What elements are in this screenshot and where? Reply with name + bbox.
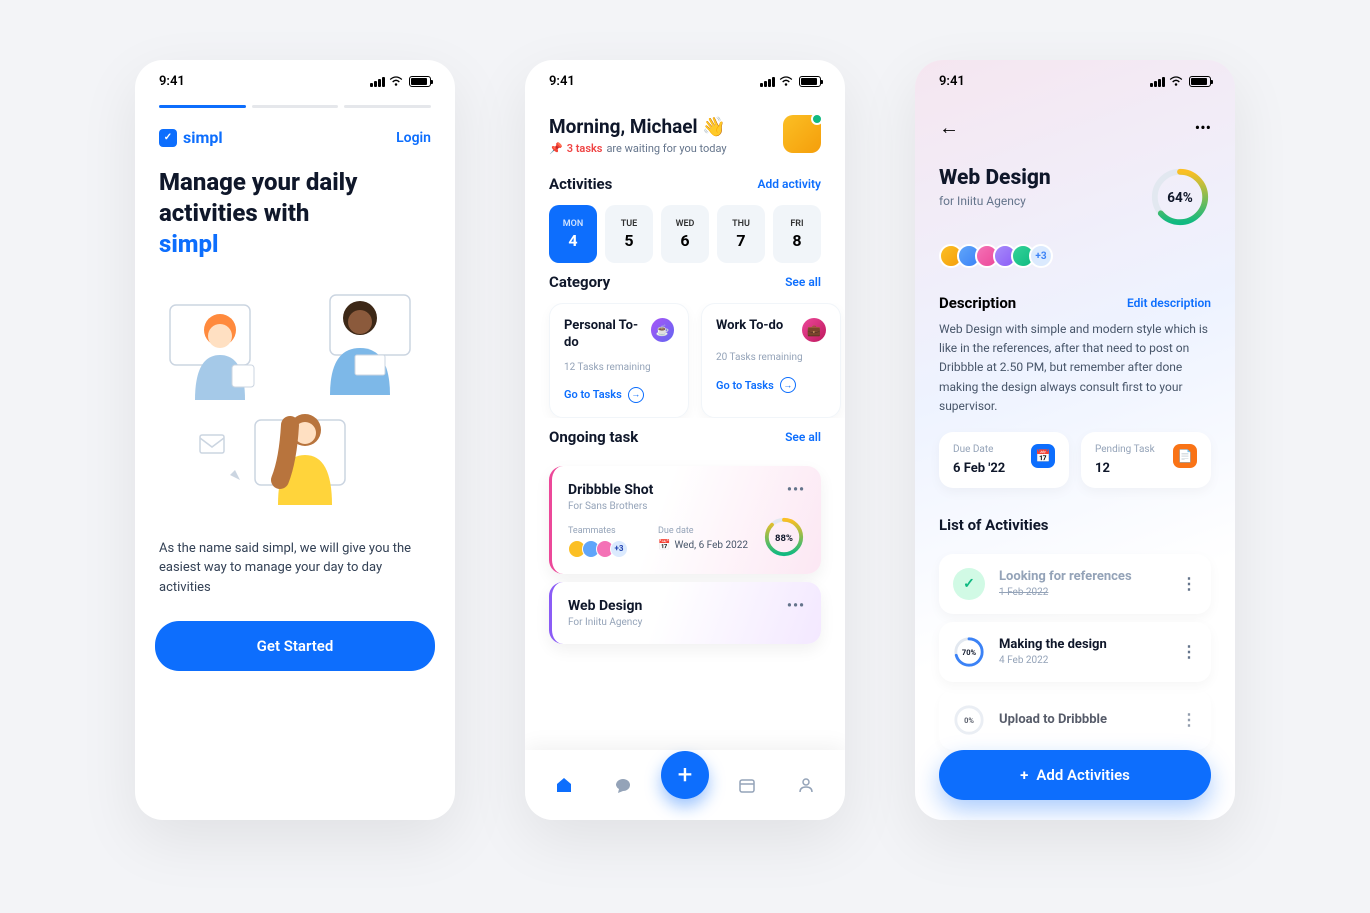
signal-icon	[370, 77, 385, 87]
onboarding-progress	[135, 105, 455, 108]
see-all-categories-link[interactable]: See all	[785, 275, 821, 289]
progress-ring: 88%	[763, 516, 805, 558]
wifi-icon	[779, 77, 793, 87]
login-link[interactable]: Login	[396, 130, 431, 146]
ongoing-heading: Ongoing task	[549, 428, 638, 446]
status-time: 9:41	[159, 74, 185, 89]
more-icon[interactable]: •••	[1195, 118, 1211, 137]
status-bar: 9:41	[135, 60, 455, 97]
status-icons	[1150, 76, 1211, 87]
activity-item[interactable]: ✓ Looking for references 1 Feb 2022 ⋮	[939, 554, 1211, 614]
category-personal[interactable]: Personal To-do ☕ 12 Tasks remaining Go t…	[549, 303, 689, 418]
status-icons	[370, 76, 431, 87]
svg-text:0%: 0%	[964, 716, 974, 725]
coffee-icon: ☕	[651, 318, 674, 342]
team-members: +3	[915, 236, 1235, 284]
arrow-right-icon: →	[628, 387, 644, 403]
status-bar: 9:41	[525, 60, 845, 97]
wifi-icon	[389, 77, 403, 87]
check-icon: ✓	[953, 568, 985, 600]
tab-home[interactable]	[544, 765, 584, 805]
wifi-icon	[1169, 77, 1183, 87]
see-all-tasks-link[interactable]: See all	[785, 430, 821, 444]
status-time: 9:41	[549, 74, 575, 89]
svg-text:88%: 88%	[775, 533, 793, 544]
day-picker: MON4 TUE5 WED6 THU7 FRI8	[525, 205, 845, 263]
pending-task-card: Pending Task12 📄	[1081, 432, 1211, 488]
activity-item[interactable]: 70% Making the design 4 Feb 2022 ⋮	[939, 622, 1211, 682]
add-activities-button[interactable]: + Add Activities	[939, 750, 1211, 800]
go-to-tasks-link[interactable]: Go to Tasks →	[716, 377, 826, 393]
add-activity-link[interactable]: Add activity	[758, 177, 821, 191]
day-thu[interactable]: THU7	[717, 205, 765, 263]
more-icon[interactable]: •••	[787, 482, 805, 498]
greeting-subtitle: 📌 3 tasks are waiting for you today	[549, 142, 727, 155]
day-wed[interactable]: WED6	[661, 205, 709, 263]
hero-subtitle: As the name said simpl, we will give you…	[135, 539, 455, 598]
pin-icon: 📌	[549, 142, 563, 155]
svg-text:64%: 64%	[1167, 190, 1193, 206]
tab-bar: +	[525, 750, 845, 820]
user-avatar[interactable]	[783, 115, 821, 153]
description-text: Web Design with simple and modern style …	[915, 320, 1235, 416]
progress-ring: 70%	[953, 636, 985, 668]
calendar-icon: 📅	[1031, 444, 1055, 468]
status-time: 9:41	[939, 74, 965, 89]
task-title: Web Design	[939, 166, 1051, 190]
more-vertical-icon[interactable]: ⋮	[1181, 710, 1197, 729]
calendar-icon: 📅	[658, 540, 670, 551]
briefcase-icon: 💼	[802, 318, 826, 342]
tab-calendar[interactable]	[727, 765, 767, 805]
document-icon: 📄	[1173, 444, 1197, 468]
day-tue[interactable]: TUE5	[605, 205, 653, 263]
day-fri[interactable]: FRI8	[773, 205, 821, 263]
onboarding-screen: 9:41 ✓ simpl Login Manage your daily act…	[135, 60, 455, 820]
category-heading: Category	[549, 273, 610, 291]
due-date-card: Due Date6 Feb '22 📅	[939, 432, 1069, 488]
tab-profile[interactable]	[786, 765, 826, 805]
signal-icon	[1150, 77, 1165, 87]
status-bar: 9:41	[915, 60, 1235, 97]
greeting-title: Morning, Michael 👋	[549, 115, 727, 138]
activity-item[interactable]: 0% Upload to Dribbble ⋮	[939, 690, 1211, 750]
signal-icon	[760, 77, 775, 87]
task-client: for Iniitu Agency	[939, 194, 1051, 208]
teammates-avatars: +3	[568, 540, 628, 558]
get-started-button[interactable]: Get Started	[155, 621, 435, 671]
back-button[interactable]: ←	[939, 115, 959, 140]
logo-check-icon: ✓	[159, 129, 177, 147]
edit-description-link[interactable]: Edit description	[1127, 296, 1211, 310]
go-to-tasks-link[interactable]: Go to Tasks →	[564, 387, 674, 403]
more-vertical-icon[interactable]: ⋮	[1181, 642, 1197, 661]
fab-add[interactable]: +	[661, 751, 709, 799]
plus-icon: +	[1020, 766, 1028, 784]
day-mon[interactable]: MON4	[549, 205, 597, 263]
task-card-dribbble[interactable]: ••• Dribbble Shot For Sans Brothers Team…	[549, 466, 821, 574]
dashboard-screen: 9:41 Morning, Michael 👋 📌 3 tasks are wa…	[525, 60, 845, 820]
category-work[interactable]: Work To-do 💼 20 Tasks remaining Go to Ta…	[701, 303, 841, 418]
due-date: 📅Wed, 6 Feb 2022	[658, 540, 748, 551]
more-vertical-icon[interactable]: ⋮	[1181, 574, 1197, 593]
activities-list-heading: List of Activities	[915, 504, 1235, 546]
battery-icon	[409, 76, 431, 87]
progress-ring: 0%	[953, 704, 985, 736]
svg-text:70%: 70%	[962, 648, 977, 657]
app-logo: ✓ simpl	[159, 128, 223, 147]
hero-title: Manage your daily activities with simpl	[159, 167, 431, 261]
progress-ring: 64%	[1149, 166, 1211, 228]
battery-icon	[799, 76, 821, 87]
activities-heading: Activities	[549, 175, 612, 193]
status-icons	[760, 76, 821, 87]
task-detail-screen: 9:41 ← ••• Web Design for Iniitu Agency …	[915, 60, 1235, 820]
hero-illustration	[135, 275, 455, 525]
tab-chat[interactable]	[603, 765, 643, 805]
battery-icon	[1189, 76, 1211, 87]
more-icon[interactable]: •••	[787, 598, 805, 614]
task-card-webdesign[interactable]: ••• Web Design For Iniitu Agency	[549, 582, 821, 644]
description-heading: Description	[939, 294, 1016, 312]
arrow-right-icon: →	[780, 377, 796, 393]
